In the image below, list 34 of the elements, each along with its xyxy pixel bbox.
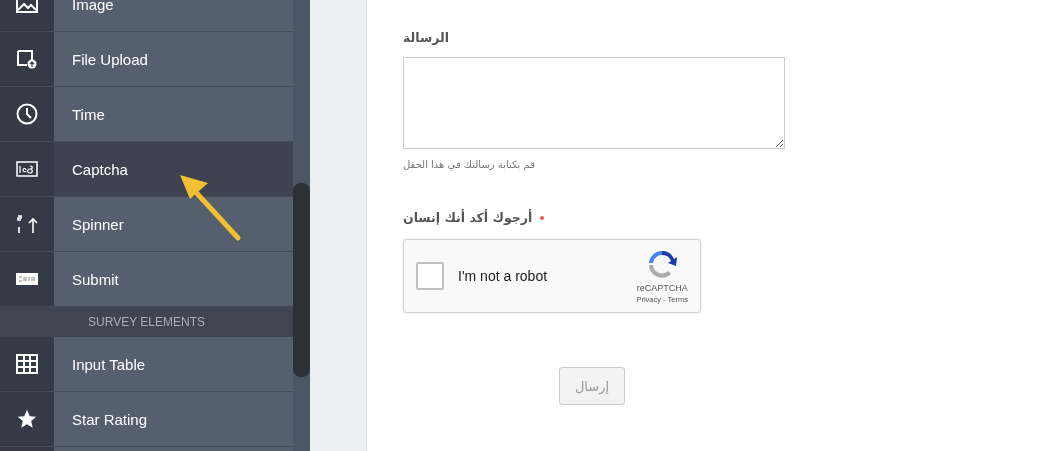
item-label: Captcha [72, 160, 128, 178]
scrollbar-thumb[interactable] [293, 183, 310, 377]
sidebar-item[interactable]: Captcha [0, 142, 293, 197]
sidebar-item[interactable]: File Upload [0, 32, 293, 87]
spinner-icon [16, 213, 38, 235]
item-label: File Upload [72, 50, 148, 68]
clock-icon [16, 103, 38, 125]
sidebar-item[interactable]: Submit [0, 252, 293, 307]
checkbox[interactable] [416, 262, 444, 290]
item-label: Time [72, 105, 105, 123]
sidebar-item[interactable]: Time [0, 87, 293, 142]
item-label: Input Table [72, 355, 146, 373]
help-text: قم بكتابة رسالتك في هذا الحقل [403, 159, 535, 170]
recaptcha-logo-icon [646, 248, 679, 279]
field-label: أرجوك أكد أنك إنسان [403, 210, 533, 225]
section-header: SURVEY ELEMENTS [0, 307, 293, 337]
recaptcha-brand: reCAPTCHA [636, 282, 688, 293]
send-icon [16, 273, 38, 285]
item-label: Star Rating [72, 410, 148, 428]
table-icon [16, 354, 38, 374]
captcha-icon [16, 161, 38, 177]
image-icon [16, 0, 38, 13]
item-label: Submit [72, 270, 119, 288]
sidebar-item[interactable]: Star Rating [0, 392, 293, 447]
sidebar-item[interactable]: Input Table [0, 337, 293, 392]
sidebar-item[interactable]: Spinner [0, 197, 293, 252]
message-field[interactable] [403, 57, 785, 149]
checkbox-label: I'm not a robot [458, 268, 549, 284]
field-label: الرسالة [403, 30, 449, 45]
item-label: Image [72, 0, 114, 13]
file-upload-icon [16, 49, 38, 69]
sidebar-item[interactable]: Image [0, 0, 293, 32]
star-icon [16, 408, 38, 430]
item-label: Spinner [72, 215, 124, 233]
